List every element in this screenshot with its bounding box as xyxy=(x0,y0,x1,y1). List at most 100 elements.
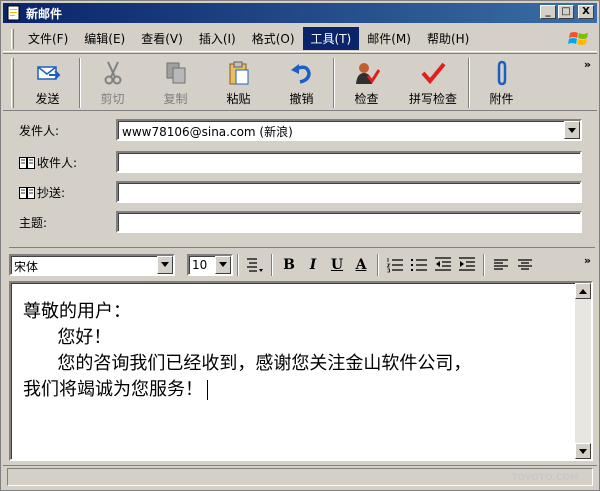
message-body-editor[interactable]: 尊敬的用户： 您好！ 您的咨询我们已经收到，感谢您关注金山软件公司， 我们将竭诚… xyxy=(9,281,593,461)
format-overflow-chevron-icon[interactable]: » xyxy=(584,254,591,267)
font-value: 宋体 xyxy=(14,259,39,274)
menu-file[interactable]: 文件(F) xyxy=(20,27,76,50)
font-select[interactable]: 宋体 xyxy=(9,253,175,276)
address-book-icon xyxy=(19,156,35,169)
scissors-icon xyxy=(104,61,121,85)
new-mail-icon xyxy=(7,5,20,21)
paperclip-icon xyxy=(497,60,506,86)
format-separator xyxy=(377,253,379,276)
undo-icon xyxy=(290,64,311,84)
message-body-text[interactable]: 尊敬的用户： 您好！ 您的咨询我们已经收到，感谢您关注金山软件公司， 我们将竭诚… xyxy=(23,299,563,403)
format-separator xyxy=(237,253,239,276)
menu-help[interactable]: 帮助(H) xyxy=(419,27,477,50)
menu-tools[interactable]: 工具(T) xyxy=(302,27,360,50)
paragraph-style-button[interactable] xyxy=(243,253,267,277)
vertical-scrollbar[interactable] xyxy=(575,283,591,459)
to-input[interactable] xyxy=(116,151,582,173)
check-names-button[interactable]: 检查 xyxy=(335,54,398,110)
paste-label: 粘贴 xyxy=(226,92,251,106)
cc-label-wrap[interactable]: 抄送: xyxy=(19,184,65,201)
spell-check-icon xyxy=(421,62,446,85)
menu-bar: 文件(F) 编辑(E) 查看(V) 插入(I) 格式(O) 工具(T) 邮件(M… xyxy=(3,26,597,52)
outdent-icon xyxy=(435,256,451,271)
scroll-down-button[interactable] xyxy=(575,443,591,459)
menu-insert[interactable]: 插入(I) xyxy=(191,27,244,50)
from-select[interactable]: www78106@sina.com (新浪) xyxy=(116,119,582,141)
menu-edit[interactable]: 编辑(E) xyxy=(76,27,133,50)
subject-row: 主题: xyxy=(3,209,597,235)
check-label: 检查 xyxy=(354,92,379,106)
body-line: 您的咨询我们已经收到，感谢您关注金山软件公司， xyxy=(23,353,472,374)
numbered-list-button[interactable] xyxy=(383,253,407,277)
text-caret xyxy=(207,380,208,400)
to-label-wrap[interactable]: 收件人: xyxy=(19,154,77,171)
paste-button[interactable]: 粘贴 xyxy=(207,54,270,110)
menu-message[interactable]: 邮件(M) xyxy=(359,27,419,50)
watermark: TOYOTO.COM xyxy=(511,473,579,483)
copy-button[interactable]: 复制 xyxy=(144,54,207,110)
italic-button[interactable]: I xyxy=(301,253,325,277)
windows-logo-icon xyxy=(568,32,588,45)
copy-icon xyxy=(166,62,185,84)
send-icon xyxy=(36,66,60,80)
from-dropdown-button[interactable] xyxy=(564,121,580,139)
menu-format[interactable]: 格式(O) xyxy=(244,27,303,50)
main-toolbar: 发送 剪切 复制 粘贴 撤销 检查 拼写检查 附件 » xyxy=(3,53,597,111)
undo-label: 撤销 xyxy=(289,92,314,106)
bold-button[interactable]: B xyxy=(277,253,301,277)
mail-compose-window: 新邮件 _ □ X 文件(F) 编辑(E) 查看(V) 插入(I) 格式(O) … xyxy=(0,0,600,491)
format-toolbar: 宋体 10 B I U A » xyxy=(9,247,595,281)
from-value: www78106@sina.com (新浪) xyxy=(122,125,293,139)
chevron-down-icon xyxy=(161,262,169,267)
title-bar[interactable]: 新邮件 _ □ X xyxy=(3,3,597,23)
subject-input[interactable] xyxy=(116,211,582,233)
cc-row: 抄送: xyxy=(3,179,597,205)
increase-indent-button[interactable] xyxy=(455,253,479,277)
menubar-grip[interactable] xyxy=(11,28,14,49)
status-panel xyxy=(7,468,593,486)
format-separator xyxy=(271,253,273,276)
spell-check-button[interactable]: 拼写检查 xyxy=(398,54,468,110)
decrease-indent-button[interactable] xyxy=(431,253,455,277)
from-label: 发件人: xyxy=(19,124,60,138)
scroll-up-button[interactable] xyxy=(575,283,591,299)
to-label: 收件人: xyxy=(37,156,78,170)
size-value: 10 xyxy=(192,257,208,272)
check-names-icon xyxy=(355,63,380,84)
size-dropdown-button[interactable] xyxy=(215,255,231,274)
font-dropdown-button[interactable] xyxy=(157,255,173,274)
toolbar-grip[interactable] xyxy=(11,58,14,108)
chevron-down-icon xyxy=(219,262,227,267)
undo-button[interactable]: 撤销 xyxy=(270,54,333,110)
underline-button[interactable]: U xyxy=(325,253,349,277)
font-color-button[interactable]: A xyxy=(349,253,373,277)
body-line: 尊敬的用户： xyxy=(23,301,131,322)
numbered-list-icon xyxy=(386,257,403,272)
close-button[interactable]: X xyxy=(578,5,594,19)
attach-button[interactable]: 附件 xyxy=(470,54,533,110)
to-row: 收件人: xyxy=(3,149,597,175)
send-label: 发送 xyxy=(35,92,60,106)
spell-label: 拼写检查 xyxy=(408,92,457,106)
toolbar-overflow-chevron-icon[interactable]: » xyxy=(584,58,591,71)
cut-button[interactable]: 剪切 xyxy=(81,54,144,110)
body-line-last: 我们将竭诚为您服务！ xyxy=(23,377,563,403)
cut-label: 剪切 xyxy=(100,92,125,106)
header-fields: 发件人: www78106@sina.com (新浪) 收件人: 抄送: 主题: xyxy=(3,113,597,241)
chevron-down-icon xyxy=(579,448,587,454)
minimize-button[interactable]: _ xyxy=(540,5,556,19)
clipboard-icon xyxy=(229,61,248,85)
menu-view[interactable]: 查看(V) xyxy=(133,27,191,50)
send-button[interactable]: 发送 xyxy=(16,54,79,110)
align-center-button[interactable] xyxy=(513,253,537,277)
align-left-button[interactable] xyxy=(489,253,513,277)
cc-label: 抄送: xyxy=(37,186,66,200)
cc-input[interactable] xyxy=(116,181,582,203)
body-line: 我们将竭诚为您服务！ xyxy=(23,379,203,400)
bullet-list-button[interactable] xyxy=(407,253,431,277)
size-select[interactable]: 10 xyxy=(187,253,233,276)
chevron-up-icon xyxy=(579,288,587,294)
bullet-list-icon xyxy=(411,258,427,271)
maximize-button[interactable]: □ xyxy=(558,5,574,19)
body-line: 您好！ xyxy=(23,327,112,348)
